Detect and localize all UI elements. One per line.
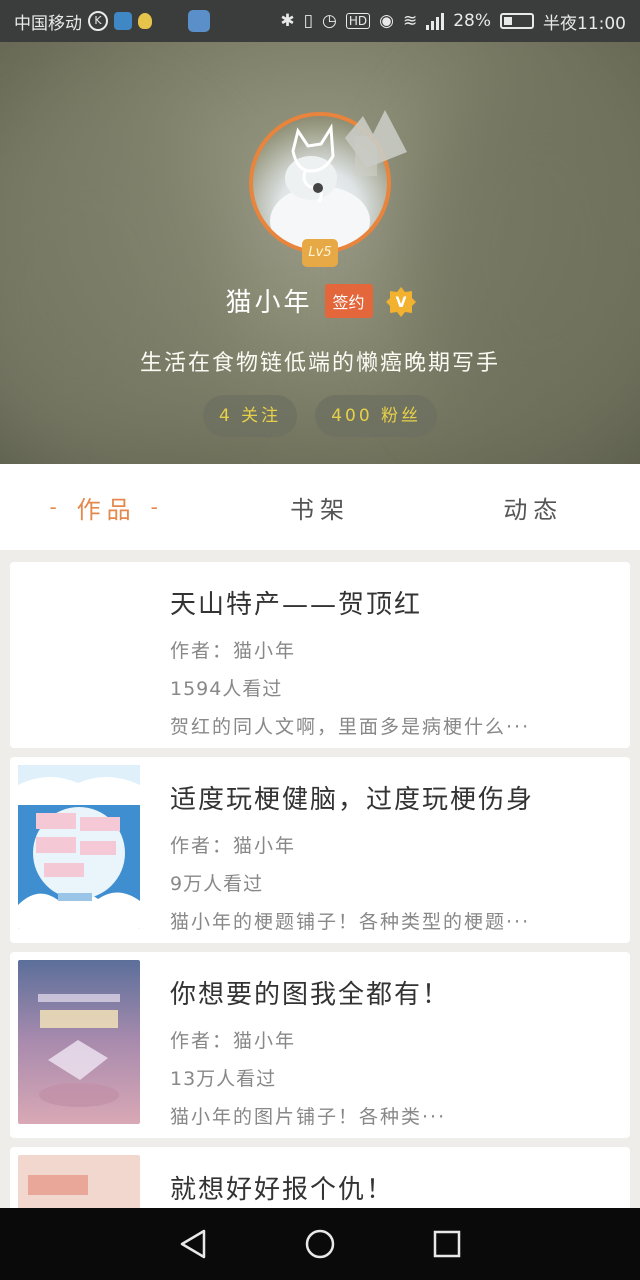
recents-icon[interactable] <box>427 1224 467 1264</box>
user-name: 猫小年 <box>225 288 313 318</box>
vibrate-icon: ▯ <box>303 11 313 31</box>
work-author: 作者：猫小年 <box>170 640 297 662</box>
works-list: 天山特产——贺顶红 作者：猫小年 1594人看过 贺红的同人文啊，里面多是病梗什… <box>0 550 640 1208</box>
home-icon[interactable] <box>300 1224 340 1264</box>
signal-icon <box>426 12 445 30</box>
bulb-icon <box>138 13 152 29</box>
work-author: 作者：猫小年 <box>170 1030 297 1052</box>
work-views: 1594人看过 <box>170 678 283 700</box>
tab-works[interactable]: - 作品 - <box>0 464 213 550</box>
user-bio: 生活在食物链低端的懒癌晚期写手 <box>139 351 500 376</box>
followers-button[interactable]: 400 粉丝 <box>315 395 438 437</box>
svg-text:V: V <box>395 295 406 311</box>
work-card[interactable]: 就想好好报个仇！ <box>10 1147 630 1208</box>
tab-activity[interactable]: 动态 <box>427 464 640 550</box>
profile-header: Lv5 猫小年 签约 V 生活在食物链低端的懒癌晚期写手 4 关注 400 粉丝 <box>0 42 640 464</box>
work-cover <box>18 765 140 929</box>
work-desc: 贺红的同人文啊，里面多是病梗什么··· <box>170 716 531 738</box>
work-author: 作者：猫小年 <box>170 835 297 857</box>
clock: 半夜11:00 <box>543 13 626 34</box>
work-title: 天山特产——贺顶红 <box>170 590 423 620</box>
battery-icon <box>500 13 534 29</box>
carrier-label: 中国移动 <box>14 13 82 34</box>
system-nav-bar <box>0 1208 640 1280</box>
work-title: 就想好好报个仇！ <box>170 1175 395 1205</box>
signed-badge: 签约 <box>324 283 373 318</box>
work-card[interactable]: 你想要的图我全都有！ 作者：猫小年 13万人看过 猫小年的图片铺子！各种类··· <box>10 952 630 1138</box>
work-cover <box>18 1155 140 1208</box>
bluetooth-icon: ✱ <box>280 11 295 31</box>
work-desc: 猫小年的图片铺子！各种类··· <box>170 1106 447 1128</box>
level-badge: Lv5 <box>302 239 338 267</box>
verified-icon: V <box>385 286 416 317</box>
hd-icon: HD <box>345 13 371 29</box>
shield-app-icon <box>114 12 132 30</box>
work-views: 13万人看过 <box>170 1068 277 1090</box>
work-title: 适度玩梗健脑，过度玩梗伤身 <box>170 785 535 815</box>
following-button[interactable]: 4 关注 <box>202 395 298 437</box>
back-icon[interactable] <box>173 1224 213 1264</box>
work-desc: 猫小年的梗题铺子！各种类型的梗题··· <box>170 911 531 933</box>
work-cover <box>18 960 140 1124</box>
work-card[interactable]: 适度玩梗健脑，过度玩梗伤身 作者：猫小年 9万人看过 猫小年的梗题铺子！各种类型… <box>10 757 630 943</box>
work-title: 你想要的图我全都有！ <box>170 980 451 1010</box>
profile-tabs: - 作品 - 书架 动态 <box>0 464 640 550</box>
battery-percent: 28% <box>453 11 491 31</box>
work-card[interactable]: 天山特产——贺顶红 作者：猫小年 1594人看过 贺红的同人文啊，里面多是病梗什… <box>10 562 630 748</box>
app-notification-icon <box>188 10 210 32</box>
wifi-icon: ≋ <box>402 11 418 31</box>
crown-icon <box>345 110 407 168</box>
tab-bookshelf[interactable]: 书架 <box>213 464 426 550</box>
alarm-icon: ◷ <box>322 11 337 31</box>
k-icon: K <box>88 11 108 31</box>
status-bar: 中国移动 K ✱ ▯ ◷ HD ◉ ≋ 28% 半夜11:00 <box>0 0 640 42</box>
eye-icon: ◉ <box>379 11 394 31</box>
work-views: 9万人看过 <box>170 873 264 895</box>
